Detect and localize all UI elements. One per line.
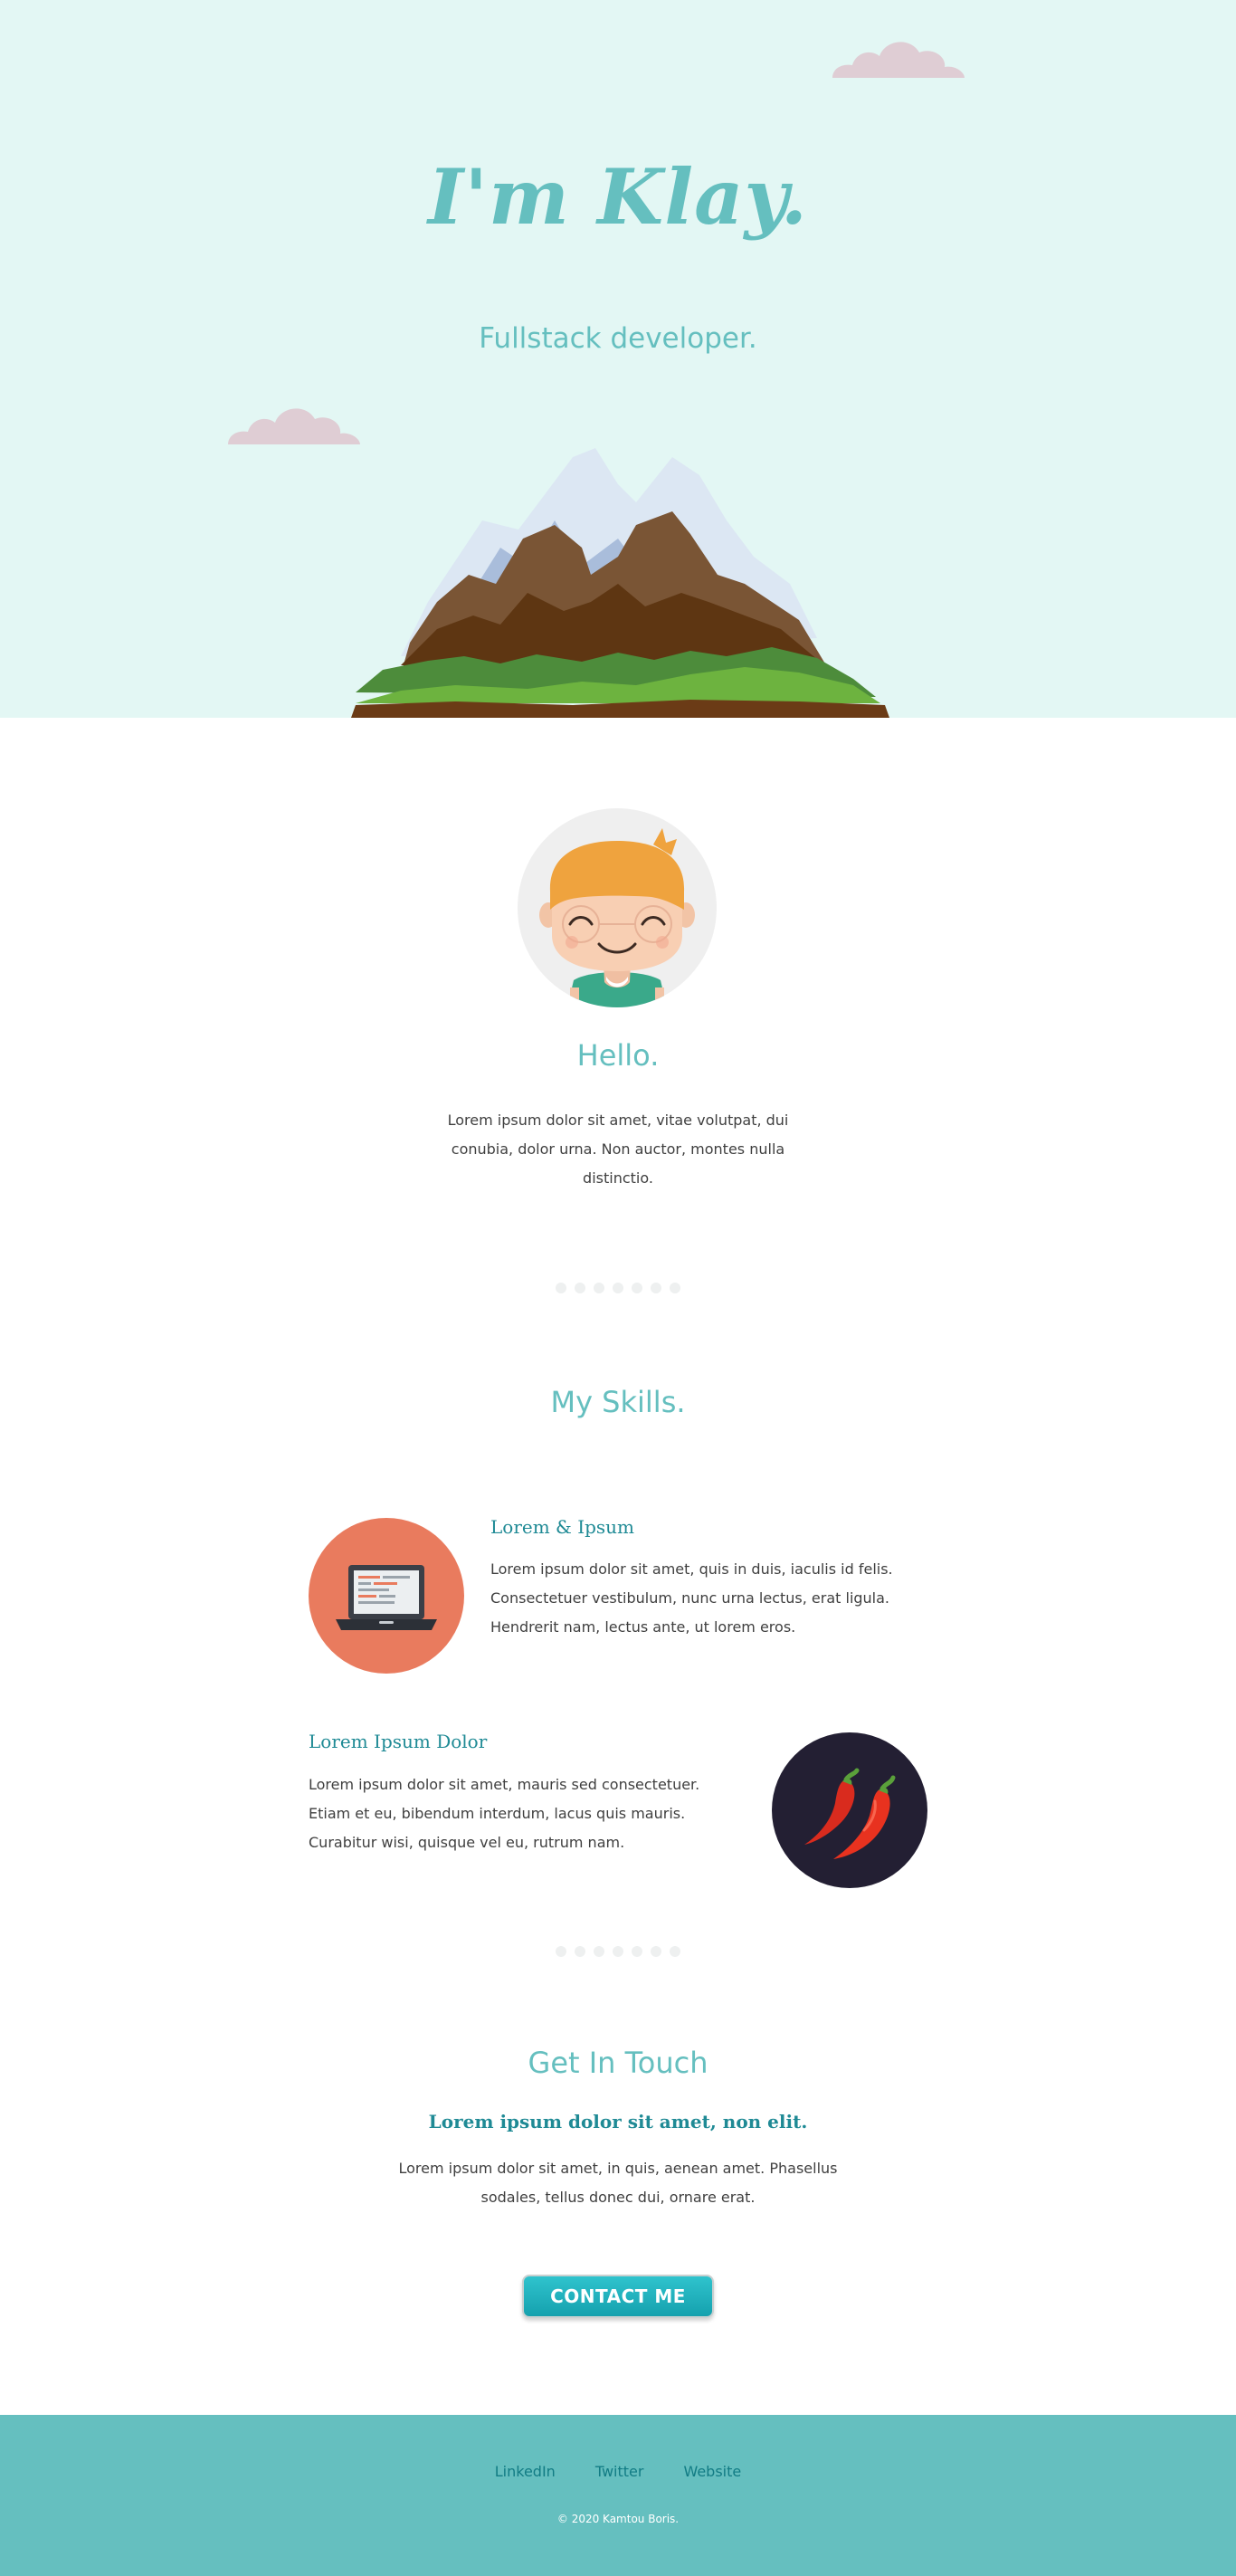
mountain-illustration — [351, 448, 889, 718]
divider-dot — [613, 1946, 623, 1957]
cloud-icon — [228, 408, 360, 444]
boy-avatar-icon — [539, 828, 695, 1007]
divider-dot — [575, 1283, 585, 1293]
about-title: Hello. — [576, 1038, 660, 1073]
copyright-text: © 2020 Kamtou Boris. — [556, 2513, 680, 2525]
contact-title: Get In Touch — [528, 2046, 708, 2080]
skill-2-text: Lorem ipsum dolor sit amet, mauris sed c… — [309, 1776, 700, 1851]
footer-link-website[interactable]: Website — [683, 2463, 741, 2480]
divider-dot — [651, 1283, 661, 1293]
chili-peppers-icon — [804, 1768, 896, 1859]
divider-dot — [651, 1946, 661, 1957]
divider-dot — [575, 1946, 585, 1957]
divider-dot — [632, 1946, 642, 1957]
footer: LinkedIn Twitter Website © 2020 Kamtou B… — [0, 2415, 1236, 2576]
divider-dot — [670, 1946, 680, 1957]
contact-text: Lorem ipsum dolor sit amet, in quis, aen… — [398, 2160, 838, 2206]
divider-dot — [632, 1283, 642, 1293]
skill-2-image — [772, 1732, 927, 1888]
cloud-icon — [832, 42, 965, 78]
divider-dot — [556, 1946, 566, 1957]
hero-subtitle: Fullstack developer. — [479, 322, 757, 355]
about-text: Lorem ipsum dolor sit amet, vitae volutp… — [447, 1111, 789, 1187]
avatar — [518, 808, 717, 1007]
skill-2-heading: Lorem Ipsum Dolor — [309, 1731, 488, 1752]
section-divider — [0, 1283, 1236, 1293]
hero-section: I'm Klay. Fullstack developer. — [0, 0, 1236, 718]
skill-1-image — [309, 1518, 464, 1674]
contact-me-button[interactable]: CONTACT ME — [522, 2275, 714, 2318]
divider-dot — [594, 1946, 604, 1957]
skills-title: My Skills. — [550, 1385, 686, 1419]
divider-dot — [670, 1283, 680, 1293]
footer-link-linkedin[interactable]: LinkedIn — [495, 2463, 556, 2480]
hero-title: I'm Klay. — [428, 152, 808, 242]
skill-1-text: Lorem ipsum dolor sit amet, quis in duis… — [490, 1560, 893, 1636]
skill-1-heading: Lorem & Ipsum — [490, 1516, 635, 1538]
footer-link-twitter[interactable]: Twitter — [595, 2463, 644, 2480]
divider-dot — [556, 1283, 566, 1293]
laptop-icon — [336, 1565, 437, 1630]
section-divider — [0, 1946, 1236, 1957]
contact-subtitle: Lorem ipsum dolor sit amet, non elit. — [428, 2111, 808, 2132]
divider-dot — [594, 1283, 604, 1293]
footer-links: LinkedIn Twitter Website — [0, 2463, 1236, 2480]
divider-dot — [613, 1283, 623, 1293]
